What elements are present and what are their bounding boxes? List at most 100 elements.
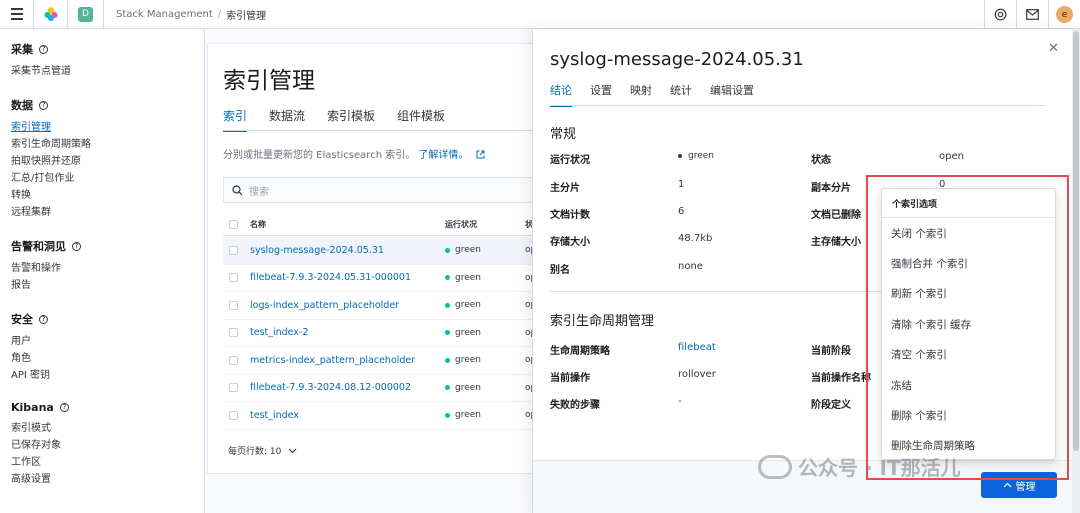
menu-toggle-button[interactable] <box>0 0 34 29</box>
health-dot-icon <box>445 275 450 281</box>
tab-data-streams[interactable]: 数据流 <box>269 107 305 132</box>
scrollbar-thumb[interactable] <box>1073 31 1079 451</box>
rows-per-page-selector[interactable]: 每页行数: 10 <box>228 444 297 457</box>
nav-item-transforms[interactable]: 转换 <box>11 187 204 204</box>
health-value: green <box>455 327 481 338</box>
nav-title-alerts: 告警和洞见 <box>11 240 66 253</box>
space-badge: D <box>78 6 93 22</box>
question-icon[interactable]: ? <box>39 314 48 324</box>
aliases-value: none <box>678 261 703 272</box>
table-row[interactable]: test_index-2 green op <box>223 320 547 347</box>
nav-item-alerts-actions[interactable]: 告警和操作 <box>11 260 204 277</box>
nav-item-remote-clusters[interactable]: 远程集群 <box>11 204 204 221</box>
nav-group-data: 数据? 索引管理 索引生命周期策略 拍取快照并还原 汇总/打包作业 转换 远程集… <box>11 97 204 221</box>
watermark-text: 公众号 · IT那活儿 <box>798 456 961 480</box>
watermark: 公众号 · IT那活儿 <box>758 452 961 481</box>
avatar: e <box>1056 6 1073 23</box>
nav-item-index-patterns[interactable]: 索引模式 <box>11 420 204 437</box>
table-header: 名称 运行状况 状 <box>223 214 547 236</box>
nav-item-rollup-jobs[interactable]: 汇总/打包作业 <box>11 170 204 187</box>
question-icon[interactable]: ? <box>72 241 81 251</box>
nav-item-advanced-settings[interactable]: 高级设置 <box>11 471 204 488</box>
space-selector[interactable]: D <box>68 0 104 29</box>
row-checkbox[interactable] <box>229 300 238 310</box>
breadcrumb: Stack Management / 索引管理 <box>116 8 267 22</box>
row-checkbox[interactable] <box>229 355 238 365</box>
status-value: open <box>939 151 964 162</box>
table-row[interactable]: metrics-index_pattern_placeholder green … <box>223 347 547 375</box>
search-input[interactable]: 搜索 <box>223 177 547 203</box>
row-checkbox[interactable] <box>229 410 238 420</box>
question-icon[interactable]: ? <box>59 403 69 412</box>
management-sidenav: 采集? 采集节点管道 数据? 索引管理 索引生命周期策略 拍取快照并还原 汇总/… <box>0 29 205 513</box>
primaries-value: 1 <box>678 179 685 190</box>
table-row[interactable]: logs-index_pattern_placeholder green op <box>223 292 547 320</box>
health-dot-icon <box>445 357 450 363</box>
docs-count-label: 文档计数 <box>550 210 590 221</box>
column-header-health[interactable]: 运行状况 <box>445 219 525 230</box>
index-name-link[interactable]: test_index-2 <box>250 327 445 338</box>
top-header: D Stack Management / 索引管理 e <box>0 0 1080 29</box>
row-checkbox[interactable] <box>229 328 238 338</box>
news-button[interactable] <box>1016 0 1048 29</box>
nav-item-snapshot-restore[interactable]: 拍取快照并还原 <box>11 153 204 170</box>
tab-component-templates[interactable]: 组件模板 <box>397 107 445 132</box>
table-row[interactable]: test_index green op <box>223 402 547 430</box>
table-row[interactable]: syslog-message-2024.05.31 green op <box>223 237 547 265</box>
nav-item-api-keys[interactable]: API 密钥 <box>11 367 204 384</box>
nav-item-index-management[interactable]: 索引管理 <box>11 119 204 136</box>
index-name-link[interactable]: metrics-index_pattern_placeholder <box>250 355 445 366</box>
replicas-label: 副本分片 <box>811 183 851 194</box>
user-menu-button[interactable]: e <box>1048 0 1080 29</box>
index-name-link[interactable]: filebeat-7.9.3-2024.08.12-000002 <box>250 382 445 393</box>
question-icon[interactable]: ? <box>39 100 48 110</box>
nav-item-ilm-policies[interactable]: 索引生命周期策略 <box>11 136 204 153</box>
nav-group-ingest: 采集? 采集节点管道 <box>11 41 204 80</box>
current-action-label: 当前操作 <box>550 373 590 384</box>
tab-summary[interactable]: 结论 <box>550 82 572 107</box>
annotation-highlight-box <box>866 175 1069 480</box>
table-row[interactable]: filebeat-7.9.3-2024.08.12-000002 green o… <box>223 375 547 402</box>
index-name-link[interactable]: syslog-message-2024.05.31 <box>250 245 445 256</box>
nav-item-users[interactable]: 用户 <box>11 333 204 350</box>
docs-deleted-label: 文档已删除 <box>811 210 861 221</box>
row-checkbox[interactable] <box>229 273 238 283</box>
close-icon[interactable]: ✕ <box>1048 41 1059 56</box>
nav-item-reporting[interactable]: 报告 <box>11 277 204 294</box>
health-dot-icon <box>678 154 682 158</box>
failed-step-label: 失败的步骤 <box>550 400 600 411</box>
lifecycle-policy-link[interactable]: filebeat <box>678 342 716 353</box>
health-dot-icon <box>445 385 450 391</box>
help-button[interactable] <box>984 0 1016 29</box>
breadcrumb-stack-management[interactable]: Stack Management <box>116 9 213 20</box>
description-text: 分别或批量更新您的 Elasticsearch 索引。 <box>223 150 416 161</box>
learn-more-link[interactable]: 了解详情。 <box>418 150 468 161</box>
aliases-label: 别名 <box>550 265 570 276</box>
select-all-checkbox[interactable] <box>229 220 238 229</box>
chevron-up-icon <box>1003 482 1011 488</box>
tab-stats[interactable]: 统计 <box>670 82 692 107</box>
page-scrollbar[interactable] <box>1072 29 1080 513</box>
row-checkbox[interactable] <box>229 245 238 255</box>
nav-item-workspace[interactable]: 工作区 <box>11 454 204 471</box>
tab-mappings[interactable]: 映射 <box>630 82 652 107</box>
wechat-icon <box>758 454 792 479</box>
nav-item-roles[interactable]: 角色 <box>11 350 204 367</box>
health-value: green <box>455 410 481 421</box>
tab-indices[interactable]: 索引 <box>223 107 248 132</box>
current-action-value: rollover <box>678 369 716 380</box>
index-name-link[interactable]: filebeat-7.9.3-2024.05.31-000001 <box>250 272 445 283</box>
nav-item-saved-objects[interactable]: 已保存对象 <box>11 437 204 454</box>
tab-edit-settings[interactable]: 编辑设置 <box>710 82 754 107</box>
nav-item-ingest-pipelines[interactable]: 采集节点管道 <box>11 63 204 80</box>
tab-index-templates[interactable]: 索引模板 <box>327 107 375 132</box>
row-checkbox[interactable] <box>229 383 238 393</box>
elastic-logo-icon[interactable] <box>34 0 68 29</box>
question-icon[interactable]: ? <box>39 44 48 54</box>
table-row[interactable]: filebeat-7.9.3-2024.05.31-000001 green o… <box>223 265 547 292</box>
main-content: 索引管理 索引 数据流 索引模板 组件模板 分别或批量更新您的 Elastics… <box>207 29 547 475</box>
column-header-name[interactable]: 名称 <box>250 219 445 230</box>
tab-settings[interactable]: 设置 <box>590 82 612 107</box>
index-name-link[interactable]: test_index <box>250 410 445 421</box>
index-name-link[interactable]: logs-index_pattern_placeholder <box>250 300 445 311</box>
